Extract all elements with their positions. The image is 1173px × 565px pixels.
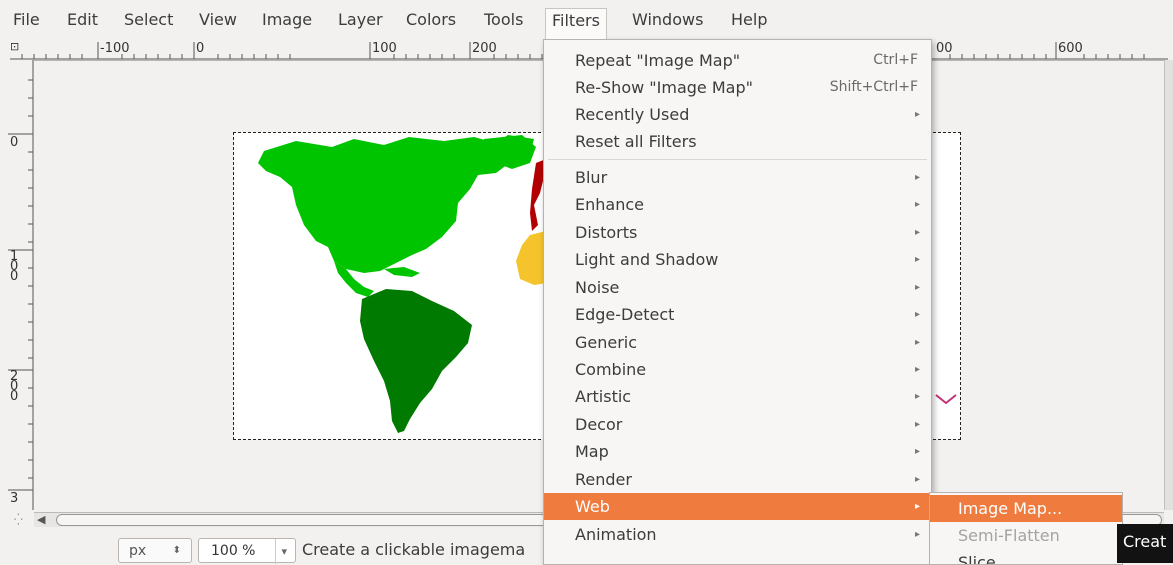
menu-item-label: Re-Show "Image Map" (575, 78, 753, 97)
menu-view[interactable]: View (193, 8, 243, 32)
menu-tools[interactable]: Tools (478, 8, 529, 32)
menu-item-blur[interactable]: Blur ▸ (544, 164, 931, 191)
menu-item-reset-filters[interactable]: Reset all Filters (544, 128, 931, 155)
menu-item-label: Blur (575, 168, 608, 187)
shortcut-label: Ctrl+F (873, 52, 918, 68)
shortcut-label: Shift+Ctrl+F (829, 79, 918, 95)
menu-item-recently-used[interactable]: Recently Used ▸ (544, 101, 931, 128)
menu-filters[interactable]: Filters (545, 8, 607, 39)
submenu-arrow-icon: ▸ (914, 391, 920, 402)
scroll-left-icon[interactable]: ◀ (37, 513, 45, 526)
ruler-label: 2 0 0 (10, 369, 19, 404)
zoom-value: 100 % (211, 543, 256, 559)
menu-item-label: Render (575, 470, 632, 489)
zoom-select[interactable]: 100 % ▾ (198, 538, 296, 564)
menu-item-combine[interactable]: Combine ▸ (544, 356, 931, 383)
submenu-arrow-icon: ▸ (914, 419, 920, 430)
menu-help[interactable]: Help (725, 8, 773, 32)
menu-windows[interactable]: Windows (626, 8, 709, 32)
tooltip: Creat (1117, 524, 1173, 563)
pink-islands (935, 394, 957, 405)
menu-item-enhance[interactable]: Enhance ▸ (544, 191, 931, 218)
ruler-label: 0 (196, 41, 205, 56)
menu-item-label: Repeat "Image Map" (575, 51, 741, 70)
submenu-arrow-icon: ▸ (914, 446, 920, 457)
vertical-ruler[interactable]: 0 1 0 0 2 0 0 3 (0, 60, 35, 510)
menu-item-label: Edge-Detect (575, 305, 675, 324)
menu-item-semi-flatten: Semi-Flatten (930, 522, 1122, 549)
menu-item-label: Image Map... (958, 499, 1063, 518)
ruler-toggle-icon[interactable]: ⊡ (10, 40, 19, 53)
menu-item-label: Generic (575, 333, 638, 352)
ruler-label: 00 (936, 41, 953, 56)
menu-item-label: Combine (575, 360, 647, 379)
menu-file[interactable]: File (7, 8, 46, 32)
menu-item-label: Reset all Filters (575, 132, 697, 151)
submenu-arrow-icon: ▸ (914, 282, 920, 293)
vertical-scrollbar[interactable] (1164, 60, 1173, 510)
ruler-label: 600 (1058, 41, 1083, 56)
submenu-arrow-icon: ▸ (914, 529, 920, 540)
submenu-arrow-icon: ▸ (914, 227, 920, 238)
menu-item-light-and-shadow[interactable]: Light and Shadow ▸ (544, 246, 931, 273)
menu-item-artistic[interactable]: Artistic ▸ (544, 383, 931, 410)
menu-item-render[interactable]: Render ▸ (544, 466, 931, 493)
menu-item-label: Animation (575, 525, 657, 544)
menu-item-repeat-filter[interactable]: Repeat "Image Map" Ctrl+F (544, 47, 931, 74)
ruler-label: -100 (100, 41, 130, 56)
caribbean (384, 267, 420, 277)
menu-item-label: Noise (575, 278, 620, 297)
spin-arrows-icon: ⬍ (172, 545, 181, 556)
menu-separator (548, 159, 927, 160)
menu-item-label: Semi-Flatten (958, 526, 1060, 545)
menu-select[interactable]: Select (118, 8, 179, 32)
south-america (360, 289, 472, 433)
status-message: Create a clickable imagema (302, 540, 526, 559)
menu-item-map[interactable]: Map ▸ (544, 438, 931, 465)
navigate-icon[interactable]: ⁛ (14, 513, 23, 526)
menu-bar: File Edit Select View Image Layer Colors… (0, 0, 1173, 39)
menu-item-label: Web (575, 497, 610, 516)
web-submenu: Image Map... Semi-Flatten Slice (929, 492, 1123, 565)
menu-item-label: Distorts (575, 223, 638, 242)
menu-item-animation[interactable]: Animation ▸ (544, 521, 931, 548)
submenu-arrow-icon: ▸ (914, 172, 920, 183)
menu-item-label: Artistic (575, 387, 632, 406)
submenu-arrow-icon: ▸ (914, 254, 920, 265)
ruler-label: 0 (10, 135, 19, 150)
menu-image[interactable]: Image (256, 8, 318, 32)
menu-item-label: Recently Used (575, 105, 690, 124)
menu-item-generic[interactable]: Generic ▸ (544, 329, 931, 356)
menu-item-label: Map (575, 442, 609, 461)
menu-colors[interactable]: Colors (400, 8, 462, 32)
menu-item-reshow-filter[interactable]: Re-Show "Image Map" Shift+Ctrl+F (544, 74, 931, 101)
menu-item-web[interactable]: Web ▸ (544, 493, 931, 520)
menu-item-noise[interactable]: Noise ▸ (544, 274, 931, 301)
chevron-down-icon[interactable]: ▾ (275, 539, 287, 564)
ruler-ticks (8, 60, 34, 510)
ruler-label: 200 (472, 41, 497, 56)
menu-item-label: Enhance (575, 195, 644, 214)
unit-value: px (129, 543, 147, 559)
submenu-arrow-icon: ▸ (914, 474, 920, 485)
menu-item-edge-detect[interactable]: Edge-Detect ▸ (544, 301, 931, 328)
menu-item-label: Light and Shadow (575, 250, 719, 269)
menu-item-distorts[interactable]: Distorts ▸ (544, 219, 931, 246)
filters-menu: Repeat "Image Map" Ctrl+F Re-Show "Image… (543, 39, 932, 565)
submenu-arrow-icon: ▸ (914, 199, 920, 210)
submenu-arrow-icon: ▸ (914, 309, 920, 320)
menu-item-label: Decor (575, 415, 623, 434)
submenu-arrow-icon: ▸ (914, 501, 920, 512)
ruler-label: 100 (372, 41, 397, 56)
menu-layer[interactable]: Layer (332, 8, 389, 32)
ruler-label: 3 (10, 491, 19, 506)
unit-select[interactable]: px ⬍ (118, 538, 192, 563)
submenu-arrow-icon: ▸ (914, 364, 920, 375)
submenu-arrow-icon: ▸ (914, 337, 920, 348)
menu-edit[interactable]: Edit (61, 8, 104, 32)
menu-item-decor[interactable]: Decor ▸ (544, 411, 931, 438)
ruler-label: 1 0 0 (10, 249, 19, 284)
menu-item-image-map[interactable]: Image Map... (930, 495, 1122, 522)
submenu-arrow-icon: ▸ (914, 109, 920, 120)
